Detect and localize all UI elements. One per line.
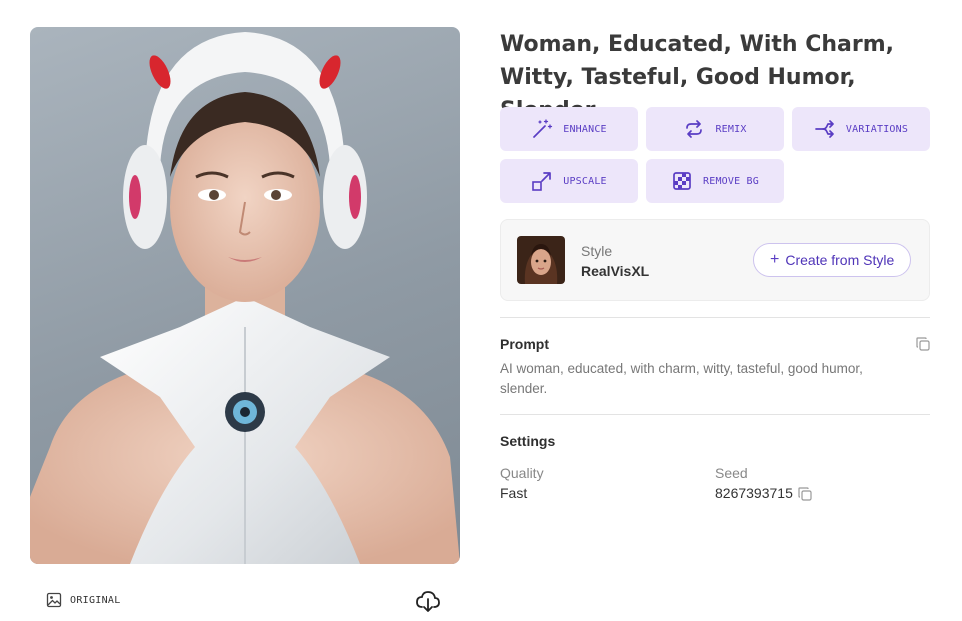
seed-label: Seed: [715, 465, 748, 481]
remove-bg-label: REMOVE BG: [703, 175, 759, 187]
upscale-label: UPSCALE: [563, 175, 607, 187]
copy-icon: [916, 337, 930, 351]
copy-seed-button[interactable]: [797, 486, 813, 502]
create-from-style-label: Create from Style: [785, 252, 895, 268]
split-arrows-icon: [815, 120, 834, 138]
style-card: Style RealVisXL + Create from Style: [500, 219, 930, 301]
prompt-text: AI woman, educated, with charm, witty, t…: [500, 361, 863, 396]
generated-image[interactable]: [30, 27, 460, 564]
remix-button[interactable]: REMIX: [646, 107, 784, 151]
style-thumbnail[interactable]: [517, 236, 565, 284]
divider: [500, 414, 930, 415]
image-icon: [46, 592, 62, 608]
portrait-illustration: [30, 32, 460, 564]
repeat-icon: [686, 120, 703, 138]
style-thumbnail-image: [517, 236, 565, 284]
style-kicker: Style: [581, 243, 613, 259]
variations-button[interactable]: VARIATIONS: [792, 107, 930, 151]
original-toggle[interactable]: ORIGINAL: [46, 592, 121, 608]
copy-prompt-button[interactable]: [915, 336, 931, 352]
plus-icon: +: [770, 251, 780, 268]
style-name: RealVisXL: [581, 263, 650, 279]
seed-value: 8267393715: [715, 485, 793, 501]
enhance-button[interactable]: ENHANCE: [500, 107, 638, 151]
magic-wand-icon: [533, 119, 553, 138]
divider: [500, 317, 930, 318]
copy-icon: [798, 487, 812, 501]
upscale-button[interactable]: UPSCALE: [500, 159, 638, 203]
variations-label: VARIATIONS: [845, 123, 909, 135]
quality-label: Quality: [500, 465, 544, 481]
transparency-grid-icon: [673, 172, 691, 190]
original-label: ORIGINAL: [70, 594, 121, 606]
create-from-style-button[interactable]: + Create from Style: [753, 243, 912, 277]
prompt-heading: Prompt: [500, 336, 549, 352]
settings-heading: Settings: [500, 433, 556, 449]
download-button[interactable]: [414, 587, 442, 615]
remove-bg-button[interactable]: REMOVE BG: [646, 159, 784, 203]
expand-arrow-icon: [532, 172, 552, 191]
cloud-download-icon: [416, 591, 440, 612]
remix-label: REMIX: [715, 123, 747, 135]
quality-value: Fast: [500, 485, 528, 501]
enhance-label: ENHANCE: [563, 123, 607, 135]
